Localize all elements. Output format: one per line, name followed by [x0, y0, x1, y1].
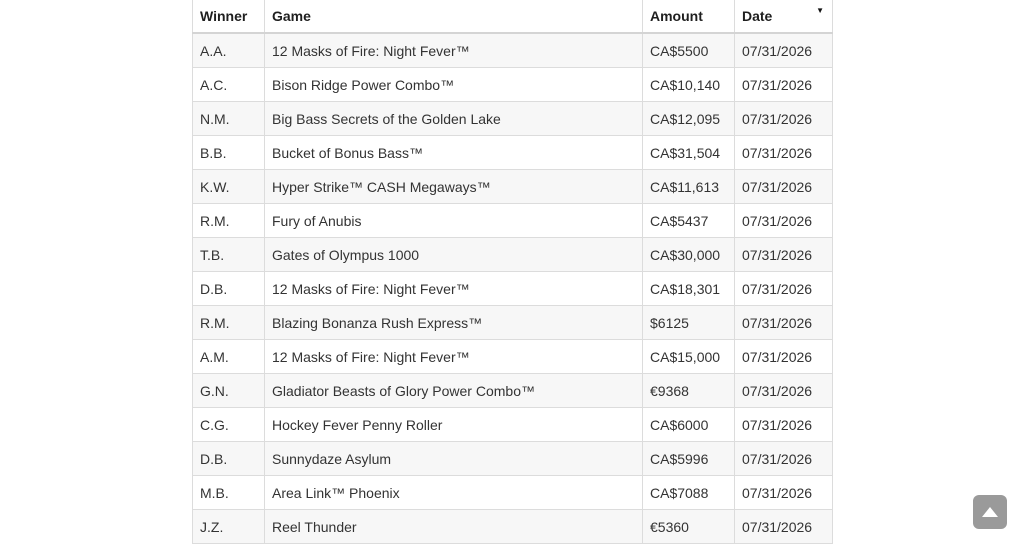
cell-date: 07/31/2026 [734, 373, 833, 408]
cell-date: 07/31/2026 [734, 271, 833, 306]
cell-game: Sunnydaze Asylum [264, 441, 643, 476]
cell-winner: A.C. [192, 67, 265, 102]
table-row: A.A. 12 Masks of Fire: Night Fever™ CA$550… [192, 32, 833, 68]
winners-table-container: Winner Game Amount Date ▼ A.A. 12 Masks of… [192, 0, 833, 544]
winners-table: Winner Game Amount Date ▼ A.A. 12 Masks of… [192, 0, 833, 544]
column-header-winner[interactable]: Winner [192, 0, 265, 34]
cell-date: 07/31/2026 [734, 32, 833, 68]
cell-amount: CA$11,613 [642, 169, 735, 204]
cell-game: Big Bass Secrets of the Golden Lake [264, 101, 643, 136]
column-header-game[interactable]: Game [264, 0, 643, 34]
table-row: K.W. Hyper Strike™ CASH Megaways™ CA$11,61… [192, 169, 833, 204]
cell-game: Hyper Strike™ CASH Megaways™ [264, 169, 643, 204]
table-row: R.M. Blazing Bonanza Rush Express™ $6125 07… [192, 305, 833, 340]
cell-date: 07/31/2026 [734, 169, 833, 204]
cell-amount: CA$7088 [642, 475, 735, 510]
cell-amount: €5360 [642, 509, 735, 544]
cell-amount: €9368 [642, 373, 735, 408]
cell-game: Reel Thunder [264, 509, 643, 544]
cell-amount: CA$5437 [642, 203, 735, 238]
cell-date: 07/31/2026 [734, 441, 833, 476]
table-row: N.M. Big Bass Secrets of the Golden Lake C… [192, 101, 833, 136]
table-row: T.B. Gates of Olympus 1000 CA$30,000 07/31/… [192, 237, 833, 272]
cell-game: Bison Ridge Power Combo™ [264, 67, 643, 102]
cell-date: 07/31/2026 [734, 237, 833, 272]
cell-date: 07/31/2026 [734, 339, 833, 374]
table-header: Winner Game Amount Date ▼ [192, 0, 833, 34]
cell-amount: CA$5996 [642, 441, 735, 476]
header-row: Winner Game Amount Date ▼ [192, 0, 833, 34]
cell-amount: CA$6000 [642, 407, 735, 442]
column-header-label: Date [742, 8, 773, 24]
column-header-label: Winner [200, 8, 248, 24]
table-body: A.A. 12 Masks of Fire: Night Fever™ CA$550… [192, 32, 833, 544]
cell-date: 07/31/2026 [734, 475, 833, 510]
table-row: C.G. Hockey Fever Penny Roller CA$6000 07/3… [192, 407, 833, 442]
cell-date: 07/31/2026 [734, 509, 833, 544]
cell-amount: CA$12,095 [642, 101, 735, 136]
column-header-label: Game [272, 8, 311, 24]
cell-date: 07/31/2026 [734, 67, 833, 102]
table-row: G.N. Gladiator Beasts of Glory Power Comb… [192, 373, 833, 408]
table-row: J.Z. Reel Thunder €5360 07/31/2026 [192, 509, 833, 544]
cell-game: Gates of Olympus 1000 [264, 237, 643, 272]
cell-winner: A.A. [192, 32, 265, 68]
cell-game: Bucket of Bonus Bass™ [264, 135, 643, 170]
cell-amount: CA$15,000 [642, 339, 735, 374]
cell-winner: D.B. [192, 271, 265, 306]
cell-winner: R.M. [192, 305, 265, 340]
table-row: A.C. Bison Ridge Power Combo™ CA$10,140 07/… [192, 67, 833, 102]
cell-amount: CA$5500 [642, 32, 735, 68]
cell-amount: CA$18,301 [642, 271, 735, 306]
table-row: B.B. Bucket of Bonus Bass™ CA$31,504 07/31/… [192, 135, 833, 170]
cell-amount: CA$10,140 [642, 67, 735, 102]
sort-descending-icon[interactable]: ▼ [816, 7, 824, 15]
cell-amount: CA$31,504 [642, 135, 735, 170]
scroll-to-top-button[interactable] [973, 495, 1007, 529]
table-row: D.B. Sunnydaze Asylum CA$5996 07/31/2026 [192, 441, 833, 476]
cell-winner: K.W. [192, 169, 265, 204]
cell-winner: N.M. [192, 101, 265, 136]
cell-winner: J.Z. [192, 509, 265, 544]
cell-game: Hockey Fever Penny Roller [264, 407, 643, 442]
cell-game: Blazing Bonanza Rush Express™ [264, 305, 643, 340]
cell-date: 07/31/2026 [734, 101, 833, 136]
table-row: D.B. 12 Masks of Fire: Night Fever™ CA$18,… [192, 271, 833, 306]
cell-date: 07/31/2026 [734, 135, 833, 170]
cell-winner: C.G. [192, 407, 265, 442]
cell-game: 12 Masks of Fire: Night Fever™ [264, 339, 643, 374]
cell-amount: $6125 [642, 305, 735, 340]
cell-amount: CA$30,000 [642, 237, 735, 272]
cell-winner: D.B. [192, 441, 265, 476]
cell-winner: R.M. [192, 203, 265, 238]
cell-winner: B.B. [192, 135, 265, 170]
column-header-date[interactable]: Date ▼ [734, 0, 833, 34]
cell-winner: G.N. [192, 373, 265, 408]
cell-date: 07/31/2026 [734, 305, 833, 340]
cell-game: 12 Masks of Fire: Night Fever™ [264, 32, 643, 68]
arrow-up-icon [982, 507, 998, 517]
cell-date: 07/31/2026 [734, 407, 833, 442]
cell-winner: M.B. [192, 475, 265, 510]
column-header-amount[interactable]: Amount [642, 0, 735, 34]
cell-game: Area Link™ Phoenix [264, 475, 643, 510]
table-row: A.M. 12 Masks of Fire: Night Fever™ CA$15,… [192, 339, 833, 374]
table-row: M.B. Area Link™ Phoenix CA$7088 07/31/2026 [192, 475, 833, 510]
cell-date: 07/31/2026 [734, 203, 833, 238]
cell-winner: T.B. [192, 237, 265, 272]
cell-game: Fury of Anubis [264, 203, 643, 238]
table-row: R.M. Fury of Anubis CA$5437 07/31/2026 [192, 203, 833, 238]
cell-game: 12 Masks of Fire: Night Fever™ [264, 271, 643, 306]
cell-game: Gladiator Beasts of Glory Power Combo™ [264, 373, 643, 408]
column-header-label: Amount [650, 8, 703, 24]
cell-winner: A.M. [192, 339, 265, 374]
